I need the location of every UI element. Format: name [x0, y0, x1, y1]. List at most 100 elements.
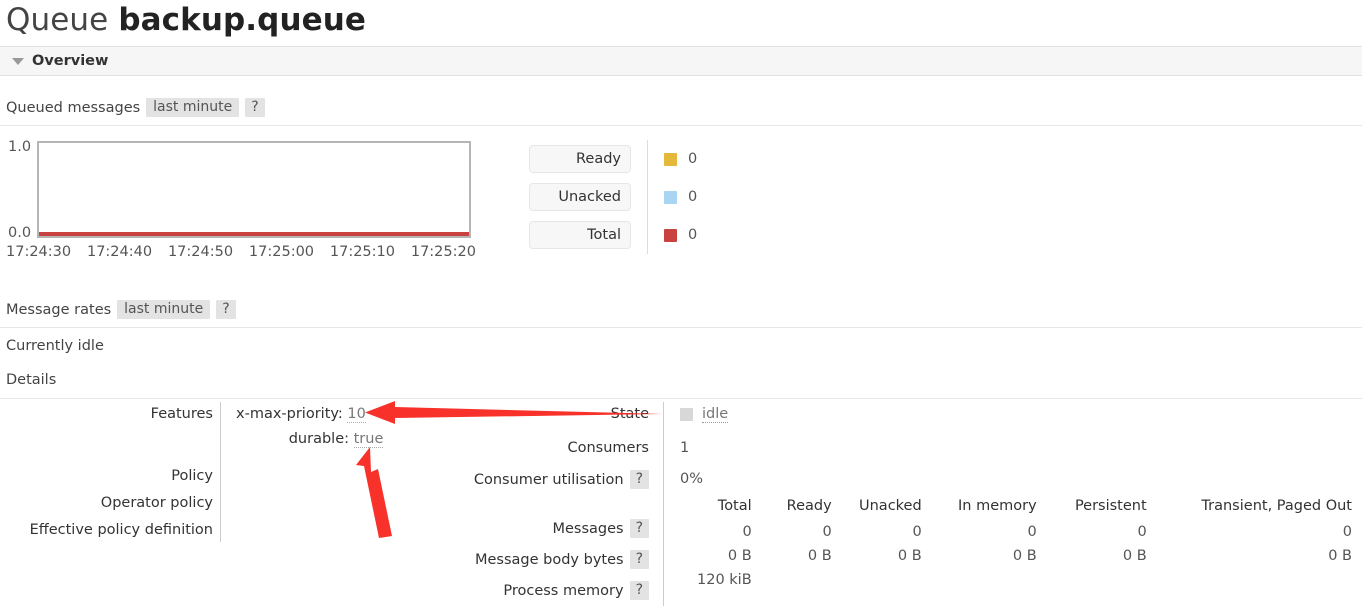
messages-persistent: 0	[1137, 524, 1147, 540]
legend-button-unacked[interactable]: Unacked	[529, 183, 631, 211]
details-left-divider	[220, 402, 221, 542]
col-header-unacked: Unacked	[859, 498, 922, 514]
x-tick-1: 17:24:40	[86, 244, 153, 260]
table-row: 120 kiB	[663, 568, 1362, 592]
legend-row-ready: Ready 0	[529, 140, 697, 178]
x-tick-0: 17:24:30	[6, 244, 72, 260]
x-tick-4: 17:25:10	[329, 244, 395, 260]
messages-in-memory: 0	[1027, 524, 1037, 540]
legend-divider	[647, 140, 648, 178]
table-header-row: Total Ready Unacked In memory Persistent…	[663, 498, 1362, 520]
legend-value-unacked: 0	[688, 189, 698, 205]
messages-unacked: 0	[912, 524, 922, 540]
divider-under-message-rates	[0, 327, 1362, 328]
divider-under-details	[0, 398, 1362, 399]
detail-label-operator-policy: Operator policy	[100, 495, 213, 511]
legend-button-ready[interactable]: Ready	[529, 145, 631, 173]
legend-divider	[647, 178, 648, 216]
legend-divider	[647, 216, 648, 254]
message-body-bytes-label-text: Message body bytes	[474, 551, 624, 568]
detail-label-policy: Policy	[171, 468, 213, 484]
queue-name: backup.queue	[118, 2, 367, 38]
process-memory-label-text: Process memory	[503, 582, 624, 599]
legend-swatch-ready	[664, 152, 677, 166]
message-rates-help-icon[interactable]: ?	[216, 300, 236, 319]
feature-key-x-max-priority: x-max-priority:	[236, 406, 343, 422]
consumers-value-text: 1	[680, 440, 690, 456]
state-value-text: idle	[702, 406, 729, 423]
message-rates-period-chip[interactable]: last minute	[117, 300, 211, 319]
series-line-total	[39, 232, 469, 236]
legend-value-ready: 0	[688, 151, 698, 167]
legend-value-total: 0	[688, 227, 698, 243]
legend-row-total: Total 0	[529, 216, 697, 254]
queue-stats-table: Total Ready Unacked In memory Persistent…	[663, 498, 1362, 592]
feature-value-durable: true	[353, 431, 384, 448]
legend-divider-holder	[631, 178, 664, 216]
y-axis-tick-min: 0.0	[8, 225, 32, 241]
x-tick-3: 17:25:00	[248, 244, 315, 260]
queued-messages-period-chip[interactable]: last minute	[146, 98, 240, 117]
message-rates-heading: Message rates last minute ?	[6, 300, 236, 319]
message-body-bytes-help-icon[interactable]: ?	[629, 550, 649, 569]
detail-label-process-memory: Process memory ?	[503, 581, 649, 600]
body-bytes-persistent: 0 B	[1122, 548, 1147, 564]
legend-button-total[interactable]: Total	[529, 221, 631, 249]
detail-label-messages: Messages ?	[552, 519, 649, 538]
overview-section-title: Overview	[32, 53, 109, 69]
chart-plot-area	[37, 141, 471, 238]
chart-legend: Ready 0 Unacked 0 Total 0	[529, 140, 697, 254]
col-header-persistent: Persistent	[1074, 498, 1147, 514]
detail-value-state: idle	[680, 406, 729, 423]
detail-value-consumers: 1	[680, 440, 689, 456]
detail-label-consumer-utilisation: Consumer utilisation ?	[474, 470, 649, 489]
detail-label-message-body-bytes: Message body bytes ?	[475, 550, 649, 569]
col-header-transient-paged-out: Transient, Paged Out	[1201, 498, 1352, 514]
message-rates-label: Message rates	[6, 301, 112, 318]
queued-messages-help-icon[interactable]: ?	[245, 98, 265, 117]
body-bytes-transient-paged-out: 0 B	[1328, 548, 1352, 564]
col-header-in-memory: In memory	[958, 498, 1037, 514]
annotation-arrow-2	[356, 447, 392, 538]
process-memory-help-icon[interactable]: ?	[629, 581, 649, 600]
table-row: 0 B 0 B 0 B 0 B 0 B 0 B	[663, 544, 1362, 568]
x-tick-2: 17:24:50	[167, 244, 234, 260]
legend-divider-holder	[631, 216, 664, 254]
col-header-total: Total	[717, 498, 752, 514]
triangle-down-icon[interactable]	[12, 57, 24, 65]
detail-value-consumer-utilisation: 0%	[680, 471, 703, 487]
entity-type-label: Queue	[6, 2, 109, 38]
overview-section-header[interactable]: Overview	[0, 46, 1362, 76]
messages-help-icon[interactable]: ?	[629, 519, 649, 538]
messages-transient-paged-out: 0	[1342, 524, 1352, 540]
legend-swatch-total	[664, 228, 677, 242]
consumers-label-text: Consumers	[567, 440, 650, 456]
state-indicator-square	[680, 408, 693, 421]
divider-under-queued-messages	[0, 125, 1362, 126]
detail-label-state: State	[611, 406, 649, 422]
feature-value-x-max-priority: 10	[347, 406, 366, 423]
consumer-utilisation-label-text: Consumer utilisation	[473, 471, 624, 488]
x-tick-5: 17:25:20	[410, 244, 476, 260]
body-bytes-total: 0 B	[727, 548, 752, 564]
body-bytes-unacked: 0 B	[897, 548, 922, 564]
details-heading: Details	[6, 372, 57, 388]
consumer-utilisation-help-icon[interactable]: ?	[629, 470, 649, 489]
messages-ready: 0	[822, 524, 832, 540]
legend-row-unacked: Unacked 0	[529, 178, 697, 216]
page-title: Queue backup.queue	[6, 2, 366, 38]
col-header-ready: Ready	[786, 498, 832, 514]
detail-label-consumers: Consumers	[568, 440, 650, 456]
legend-swatch-unacked	[664, 190, 677, 204]
consumer-utilisation-value-text: 0%	[680, 471, 704, 487]
state-label-text: State	[610, 406, 649, 422]
table-row: 0 0 0 0 0 0	[663, 520, 1362, 544]
legend-divider-holder	[631, 140, 664, 178]
feature-key-durable: durable:	[288, 431, 349, 447]
detail-label-effective-policy-definition: Effective policy definition	[29, 522, 213, 538]
queue-detail-page: Queue backup.queue Overview Queued messa…	[0, 0, 1362, 606]
detail-label-features: Features	[150, 406, 213, 422]
messages-label-text: Messages	[552, 520, 624, 537]
body-bytes-ready: 0 B	[807, 548, 832, 564]
queued-messages-heading: Queued messages last minute ?	[6, 98, 265, 117]
